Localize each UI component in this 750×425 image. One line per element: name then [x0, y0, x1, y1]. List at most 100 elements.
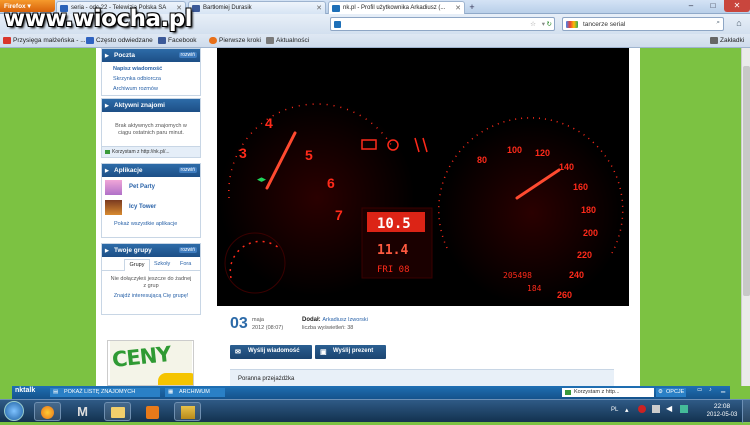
tab-fora[interactable]: Fora — [180, 261, 191, 267]
bookmark-star-icon[interactable]: ☆ — [530, 20, 536, 28]
clock-time[interactable]: 22:08 — [704, 403, 740, 410]
bookmark-pierwsze-kroki[interactable]: Pierwsze kroki — [209, 37, 261, 44]
bookmark-przysiega[interactable]: Przysięga małżeńska - ... — [3, 37, 86, 44]
minimize-chat-icon[interactable]: ▁ — [721, 387, 725, 393]
app-icy-tower[interactable]: Icy Tower — [102, 197, 200, 217]
apps-box: ▶ Aplikacje rozwiń Pet Party Icy Tower Pok… — [101, 163, 201, 238]
send-gift-button[interactable]: ▣ Wyślij prezent — [315, 345, 386, 359]
page-scrollbar[interactable] — [741, 48, 750, 386]
groups-box: ▶ Twoje grupy rozwiń Grupy Szkoły Fora Nie… — [101, 243, 201, 315]
collapse-icon[interactable]: ▶ — [105, 248, 109, 254]
clock-date[interactable]: 2012-05-03 — [704, 412, 740, 418]
apps-header: ▶ Aplikacje rozwiń — [102, 164, 200, 177]
speed-label-180: 180 — [581, 205, 596, 215]
minimize-button[interactable]: – — [680, 0, 702, 12]
site-identity-icon[interactable] — [334, 21, 341, 28]
taskbar-firefox[interactable] — [34, 402, 61, 421]
trip-meter: 184 — [527, 284, 542, 293]
status-input[interactable]: Korzystam z http://nk.pl/... — [102, 146, 200, 157]
gift-icon: ▣ — [320, 349, 327, 356]
send-message-button[interactable]: ✉ Wyślij wiadomość — [230, 345, 312, 359]
post-day: 03 — [230, 315, 248, 332]
collapse-icon[interactable]: ▶ — [105, 168, 109, 174]
expand-toggle[interactable]: rozwiń — [178, 52, 197, 58]
author-link[interactable]: Arkadiusz Izworski — [322, 317, 368, 323]
volume-icon[interactable]: ◀ — [666, 404, 672, 413]
close-tab-icon[interactable]: ✕ — [455, 4, 461, 12]
scrollbar-thumb[interactable] — [743, 66, 750, 296]
app-pet-party[interactable]: Pet Party — [102, 177, 200, 197]
groups-header: ▶ Twoje grupy rozwiń — [102, 244, 200, 257]
close-window-button[interactable]: ✕ — [724, 0, 750, 12]
collapse-icon[interactable]: ▶ — [105, 53, 109, 59]
sound-icon[interactable]: ♪ — [709, 387, 712, 393]
url-bar[interactable]: ☆ ▾ ↻ — [330, 17, 555, 31]
show-desktop-button[interactable] — [742, 400, 750, 423]
close-tab-icon[interactable]: ✕ — [316, 4, 322, 12]
options-button[interactable]: ⚙ OPCJE — [656, 388, 686, 397]
taskbar-media[interactable] — [139, 402, 166, 421]
bookmark-czesto-odwiedzane[interactable]: Często odwiedzane — [86, 37, 153, 44]
mail-box: ▶ Poczta rozwiń Napisz wiadomość Skrzynka … — [101, 48, 201, 96]
search-icon[interactable]: ⌕ — [716, 19, 720, 27]
new-tab-button[interactable]: + — [466, 2, 478, 13]
ad-banner[interactable]: CENY — [107, 340, 194, 386]
active-friends-box: ▶ Aktywni znajomi Brak aktywnych znajomyc… — [101, 98, 201, 158]
show-friends-button[interactable]: ▤ POKAŻ LISTĘ ZNAJOMYCH — [50, 388, 160, 397]
speed-label-260: 260 — [557, 290, 572, 300]
watermark-logo: www.wiocha.pl — [4, 6, 193, 32]
tab-facebook[interactable]: Bartłomiej Durasik ✕ — [188, 1, 326, 14]
status-icon — [105, 150, 110, 154]
tab-szkoly[interactable]: Szkoły — [154, 261, 170, 267]
speed-label-200: 200 — [583, 228, 598, 238]
bookmark-aktualnosci[interactable]: Aktualności — [266, 37, 309, 44]
find-group-link[interactable]: Znajdź interesującą Cię grupę! — [102, 290, 200, 300]
dropdown-arrow-icon[interactable]: ▾ — [542, 20, 545, 28]
tray-arrow-icon[interactable]: ▴ — [625, 406, 629, 414]
no-friends-message: Brak aktywnych znajomych w ciągu ostatni… — [115, 123, 187, 136]
expand-toggle[interactable]: rozwiń — [178, 247, 197, 253]
media-player-icon — [146, 406, 159, 419]
network-icon[interactable] — [652, 405, 660, 413]
tray-app-icon[interactable] — [638, 405, 646, 413]
archive-button[interactable]: ▦ ARCHIWUM — [165, 388, 225, 397]
taskbar-gmail[interactable]: M — [69, 402, 96, 421]
window-icon[interactable]: ▭ — [697, 387, 702, 393]
write-message-link[interactable]: Napisz wiadomość — [113, 64, 200, 74]
taskbar-explorer[interactable] — [104, 402, 131, 421]
battery-icon[interactable] — [680, 405, 688, 413]
photo-viewer[interactable]: 3 4 5 6 7 ◂▸ 10.5 11.4 FRI 08 80 100 120… — [217, 48, 629, 306]
language-indicator[interactable]: PL — [611, 407, 618, 413]
bookmarks-menu[interactable]: Zakładki — [710, 37, 744, 44]
friends-icon: ▤ — [53, 389, 59, 395]
post-author-line: Dodał: Arkadiusz Izworski — [302, 317, 368, 323]
collapse-icon[interactable]: ▶ — [105, 103, 109, 109]
reload-icon[interactable]: ↻ — [547, 20, 552, 28]
bookmark-facebook[interactable]: Facebook — [158, 37, 197, 44]
start-button[interactable] — [4, 401, 24, 421]
expand-toggle[interactable]: rozwiń — [178, 167, 197, 173]
archive-link[interactable]: Archiwum rozmów — [113, 84, 200, 94]
no-groups-message: Nie dołączyłeś jeszcze do żadnej z grup — [110, 276, 192, 289]
search-input[interactable]: tancerze serial ⌕ — [562, 17, 724, 31]
folder-icon — [86, 37, 94, 44]
facebook-icon — [158, 37, 166, 44]
tach-label-7: 7 — [335, 207, 343, 223]
google-engine-icon[interactable] — [566, 21, 578, 28]
speed-label-240: 240 — [569, 270, 584, 280]
speed-label-120: 120 — [535, 148, 550, 158]
tab-grupy[interactable]: Grupy — [124, 259, 150, 271]
display-fuel-consumption: 10.5 — [377, 216, 411, 232]
tab-nk-profile[interactable]: nk.pl - Profil użytkownika Arkadiusz (..… — [328, 1, 465, 14]
bookmarks-bar: Przysięga małżeńska - ... Często odwiedz… — [0, 34, 750, 48]
display-date: FRI 08 — [377, 265, 410, 275]
home-icon[interactable]: ⌂ — [733, 17, 745, 31]
taskbar-winamp[interactable] — [174, 402, 201, 421]
speed-label-140: 140 — [559, 162, 574, 172]
inbox-link[interactable]: Skrzynka odbiorcza — [113, 74, 200, 84]
show-all-apps-link[interactable]: Pokaż wszystkie aplikacje — [102, 217, 200, 227]
status-field[interactable]: Korzystam z http... — [562, 388, 654, 397]
maximize-button[interactable]: □ — [703, 0, 723, 12]
post-caption: Poranna przejażdżka — [230, 369, 614, 386]
indicator-arrows-icon: ◂▸ — [257, 174, 267, 184]
